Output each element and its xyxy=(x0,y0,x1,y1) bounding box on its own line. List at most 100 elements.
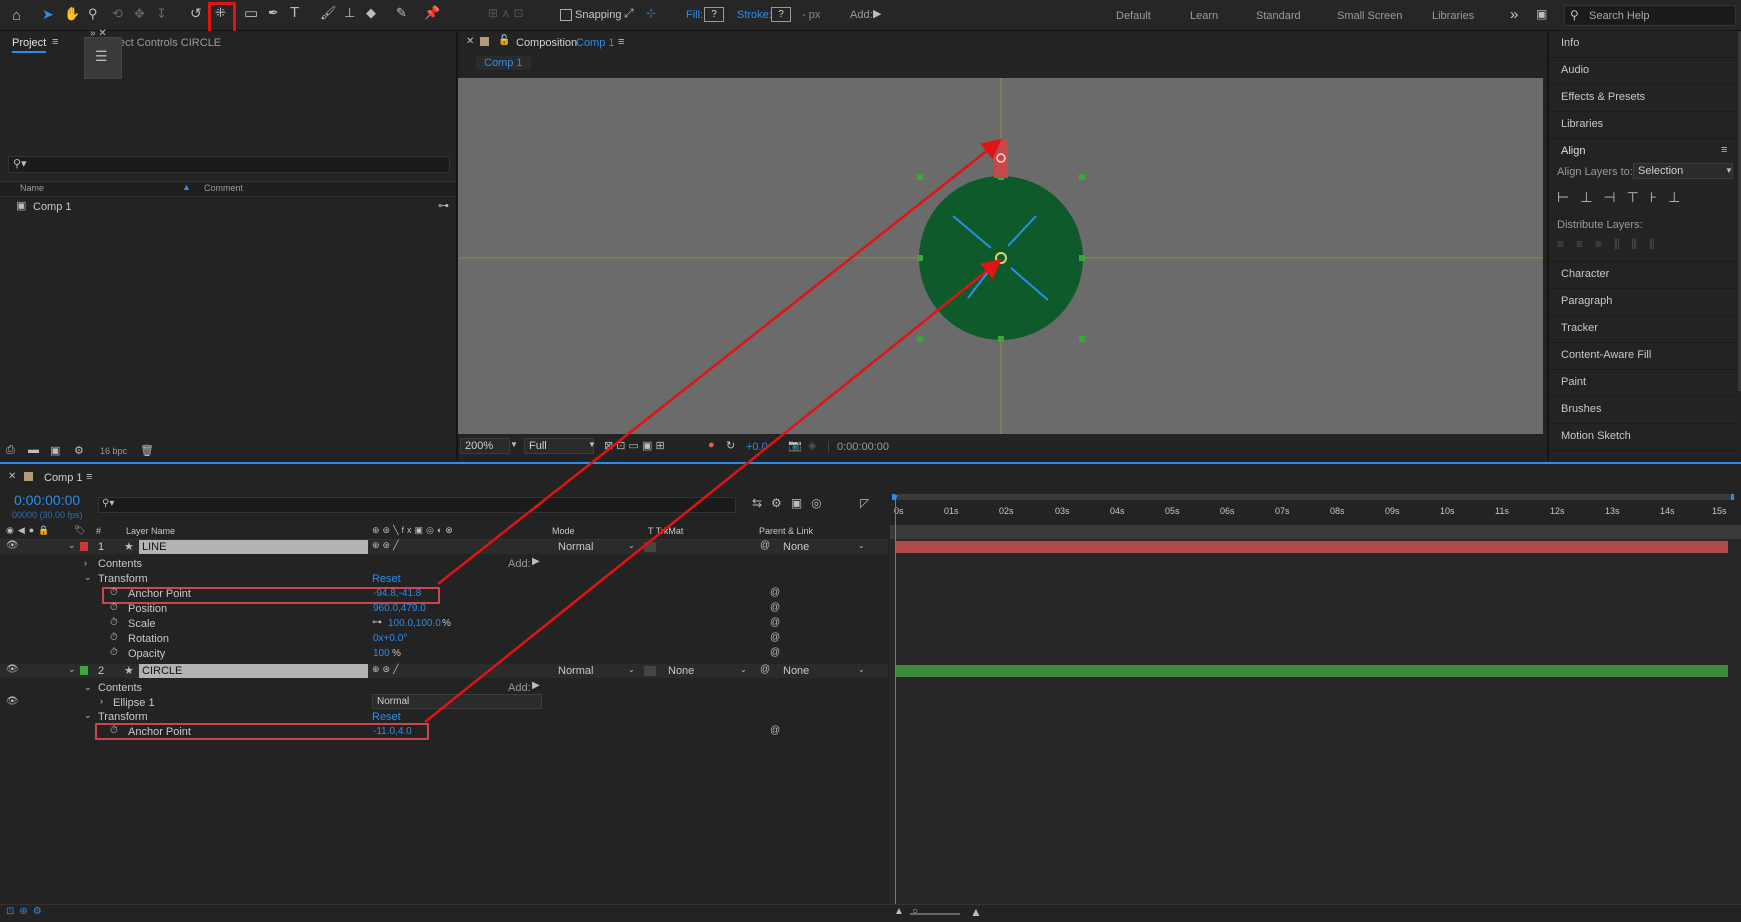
layer-switch-icons[interactable]: ⊕⊛╱ xyxy=(372,664,402,675)
composition-panel-menu-icon[interactable]: ≡ xyxy=(618,36,624,48)
timeline-search-field[interactable]: ⚲▾ xyxy=(98,497,736,513)
align-panel-title[interactable]: Align xyxy=(1561,145,1585,157)
right-panel-item[interactable]: Content-Aware Fill xyxy=(1549,343,1737,370)
zoom-out-icon[interactable]: ▲ xyxy=(894,906,904,917)
snapshot-camera-icon[interactable]: 📷 xyxy=(788,439,802,452)
dolly-camera-icon[interactable]: ↧ xyxy=(156,6,167,22)
workspace-standard[interactable]: Standard xyxy=(1256,10,1301,22)
snap-edge-icon[interactable]: ⤢ xyxy=(624,6,634,21)
stopwatch-icon[interactable]: ⏱ xyxy=(110,617,118,628)
rotation-value[interactable]: 0x+0.0° xyxy=(373,633,407,644)
more-workspaces-button[interactable]: » xyxy=(1510,6,1518,23)
project-item[interactable]: ▣ Comp 1 ⊶ xyxy=(0,199,456,215)
orbit-camera-icon[interactable]: ⟲ xyxy=(112,6,123,22)
roto-brush-tool-icon[interactable]: ✎ xyxy=(396,5,407,21)
adjust-project-settings-icon[interactable]: ⚙ xyxy=(74,444,84,457)
workspace-libraries[interactable]: Libraries xyxy=(1432,10,1474,22)
composition-viewer[interactable] xyxy=(458,78,1543,434)
rotation-tool-icon[interactable]: ↺ xyxy=(190,5,202,22)
transform-reset[interactable]: Reset xyxy=(372,573,401,585)
composition-breadcrumb[interactable]: Comp 1 xyxy=(476,56,531,70)
expression-icon[interactable]: @ xyxy=(770,632,780,643)
right-panel-item[interactable]: Info xyxy=(1549,31,1737,58)
home-icon[interactable]: ⌂ xyxy=(12,7,21,24)
fill-swatch[interactable]: ? xyxy=(704,7,724,22)
layer-color-label[interactable] xyxy=(80,666,88,675)
new-folder-icon[interactable]: ▬ xyxy=(28,444,39,456)
collapsed-chevron-icon[interactable]: › xyxy=(84,558,87,568)
layer-mode[interactable]: Normal xyxy=(558,541,593,553)
layer-name[interactable]: CIRCLE xyxy=(139,664,368,678)
brush-tool-icon[interactable]: 🖌 xyxy=(320,5,337,21)
playhead[interactable] xyxy=(895,495,896,905)
right-panel-item[interactable]: Paint xyxy=(1549,370,1737,397)
graph-editor-icon[interactable]: ◸ xyxy=(860,496,869,510)
exposure-reset-icon[interactable]: ↻ xyxy=(726,439,735,452)
transform-label[interactable]: Transform xyxy=(98,573,148,585)
timeline-switch-icons[interactable]: ⇆⚙▣◎ xyxy=(752,496,831,510)
panel-options-popup[interactable]: ☰ xyxy=(84,37,122,79)
expression-icon[interactable]: @ xyxy=(770,587,780,598)
close-icon[interactable]: ✕ xyxy=(8,471,16,482)
expression-icon[interactable]: @ xyxy=(770,647,780,658)
stroke-width[interactable]: - px xyxy=(802,9,820,21)
expression-icon[interactable]: @ xyxy=(770,617,780,628)
layer-row-circle[interactable]: 👁 ⌄ 2 ★ CIRCLE ⊕⊛╱ Normal ⌄ None ⌄ @ Non… xyxy=(0,664,888,678)
opacity-value[interactable]: 100 xyxy=(373,648,390,659)
expanded-chevron-icon[interactable]: ⌄ xyxy=(84,710,92,721)
work-area-bar[interactable] xyxy=(892,494,1734,500)
flowchart-icon[interactable]: ⊶ xyxy=(438,199,449,212)
interpret-footage-icon[interactable]: ⎙ xyxy=(6,444,15,457)
eraser-tool-icon[interactable]: ◆ xyxy=(366,5,376,21)
tab-effect-controls[interactable]: fect Controls CIRCLE xyxy=(116,37,221,49)
selection-tool-icon[interactable]: ➤ xyxy=(42,6,54,23)
line-layer-shape[interactable] xyxy=(994,140,1008,178)
rectangle-tool-icon[interactable]: ▭ xyxy=(244,4,258,22)
expression-icon[interactable]: @ xyxy=(770,602,780,613)
stopwatch-icon[interactable]: ⏱ xyxy=(110,587,118,598)
right-panel-item[interactable]: Paragraph xyxy=(1549,289,1737,316)
contents-label[interactable]: Contents xyxy=(98,682,142,694)
zoom-slider-thumb-icon[interactable]: ○ xyxy=(912,906,918,917)
anchor-point-value[interactable]: -11.0,4.0 xyxy=(373,726,412,737)
close-icon[interactable]: ✕ xyxy=(466,36,474,47)
workspace-default[interactable]: Default xyxy=(1116,10,1151,22)
circle-layer-shape[interactable] xyxy=(919,176,1083,340)
layer-color-label[interactable] xyxy=(80,542,88,551)
layer-row-line[interactable]: 👁 ⌄ 1 ★ LINE ⊕⊛╱ Normal ⌄ @ None ⌄ xyxy=(0,540,888,554)
circle-layer-duration-bar[interactable] xyxy=(896,665,1728,677)
column-comment[interactable]: Comment xyxy=(204,183,243,193)
zoom-select[interactable]: 200% xyxy=(460,438,510,454)
right-panel-item[interactable]: Tracker xyxy=(1549,316,1737,343)
visibility-eye-icon[interactable]: 👁 xyxy=(6,540,19,551)
column-name[interactable]: Name xyxy=(20,183,44,193)
expanded-chevron-icon[interactable]: ⌄ xyxy=(84,572,92,583)
visibility-eye-icon[interactable]: 👁 xyxy=(6,664,19,675)
stopwatch-icon[interactable]: ⏱ xyxy=(110,647,118,658)
right-panel-item[interactable]: Brushes xyxy=(1549,397,1737,424)
scale-value[interactable]: 100.0,100.0 xyxy=(388,618,441,629)
stopwatch-icon[interactable]: ⏱ xyxy=(110,602,118,613)
column-layer-name[interactable]: Layer Name xyxy=(126,526,175,536)
composition-tab-label[interactable]: Composition xyxy=(516,37,577,49)
puppet-tool-icon[interactable]: 📌 xyxy=(424,5,440,21)
layer-switch-icons[interactable]: ⊕⊛╱ xyxy=(372,540,402,551)
layer-trkmat[interactable]: None xyxy=(668,665,694,677)
hand-tool-icon[interactable]: ✋ xyxy=(64,6,80,22)
current-timecode[interactable]: 0:00:00:00 xyxy=(14,492,80,508)
zoom-tool-icon[interactable]: ⚲ xyxy=(88,6,98,22)
exposure-value[interactable]: +0.0 xyxy=(746,441,768,453)
align-panel-menu-icon[interactable]: ≡ xyxy=(1721,144,1727,156)
sort-ascending-icon[interactable]: ▲ xyxy=(182,182,191,192)
anchor-point-value[interactable]: -94.8,-41.8 xyxy=(373,588,421,599)
transform-label[interactable]: Transform xyxy=(98,711,148,723)
parent-pickwhip-icon[interactable]: @ xyxy=(760,540,770,551)
line-layer-duration-bar[interactable] xyxy=(896,541,1728,553)
right-panel-item[interactable]: Libraries xyxy=(1549,112,1737,139)
pen-tool-icon[interactable]: ✒ xyxy=(268,5,279,21)
snap-feature-icon[interactable]: ⊹ xyxy=(646,6,656,20)
align-layers-select[interactable]: Selection xyxy=(1633,163,1733,179)
timeline-tab-label[interactable]: Comp 1 xyxy=(44,472,83,484)
ellipse-blend-mode-select[interactable]: Normal xyxy=(372,694,542,709)
layer-mode[interactable]: Normal xyxy=(558,665,593,677)
